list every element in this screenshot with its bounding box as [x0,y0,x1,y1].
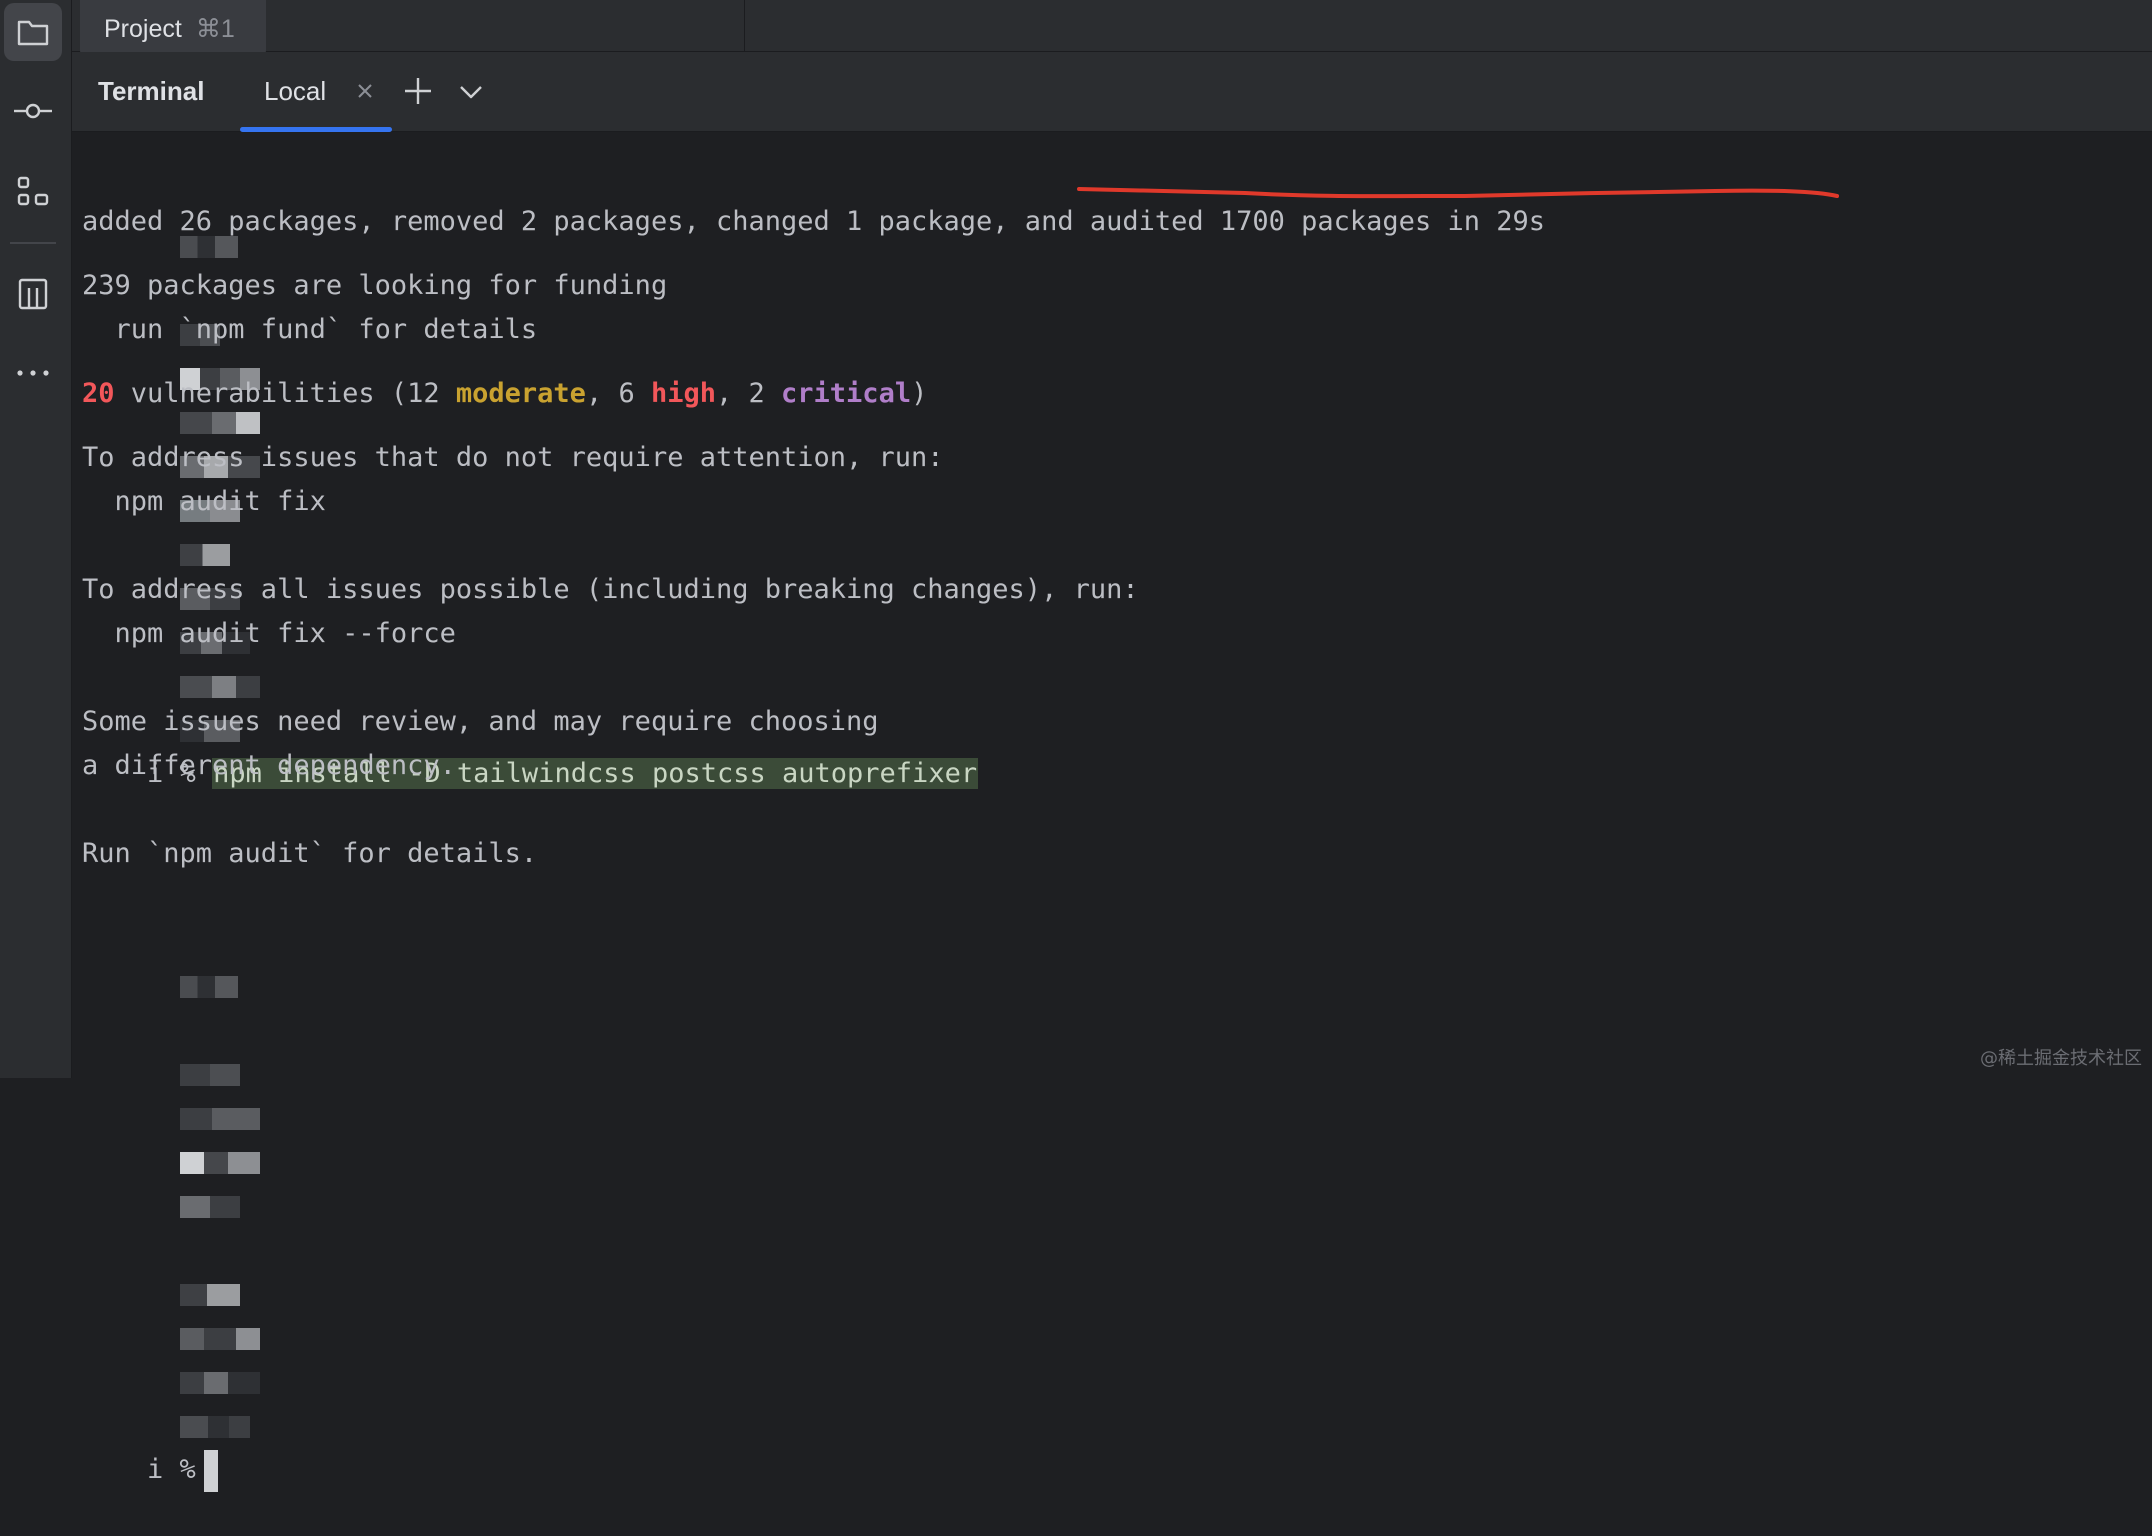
tool-window-sidebar [0,0,72,1078]
bookmarks-tool-button[interactable] [4,265,62,323]
output-review-1: Some issues need review, and may require… [82,706,879,737]
terminal-cursor [203,1449,218,1492]
topbar-divider [744,0,745,52]
vuln-moderate: moderate [455,378,586,409]
plus-icon[interactable] [402,75,434,107]
structure-icon [17,176,49,206]
output-fix-1: npm audit fix [82,486,326,517]
prompt-line-2: i % [82,876,260,1492]
more-icon [17,370,49,376]
project-tool-button[interactable] [4,3,62,61]
prompt-suffix-2: i % [147,1454,196,1485]
output-funding: 239 packages are looking for funding [82,270,668,301]
redacted-prompt-2 [82,970,260,1485]
top-bar [72,0,2152,52]
annotation-underline [1077,187,1839,199]
close-icon[interactable] [352,78,378,104]
vuln-high: high [650,378,716,409]
output-review-2: a different dependency. [82,750,456,781]
vuln-count: 20 [82,378,115,409]
output-fix-2: npm audit fix --force [82,618,456,649]
vuln-text-2: , 6 [585,378,651,409]
project-tooltip-label: Project [104,14,182,43]
terminal-title: Terminal [98,76,205,106]
vuln-critical: critical [781,378,912,409]
vuln-text-1: vulnerabilities (12 [114,378,456,409]
prompt-line-1: i % npm install -D tailwindcss postcss a… [82,136,979,789]
output-fund-cmd: run `npm fund` for details [82,314,538,345]
output-address-1: To address issues that do not require at… [82,442,944,473]
folder-icon [17,20,49,46]
output-vulnerabilities: 20 vulnerabilities (12 moderate, 6 high,… [82,372,927,416]
vuln-text-4: ) [911,378,928,409]
structure-tool-button[interactable] [4,163,62,221]
watermark: @稀土掘金技术社区 [1980,1048,2142,1069]
output-address-2: To address all issues possible (includin… [82,574,1139,605]
tab-local-label: Local [264,76,327,106]
commit-icon [14,103,52,119]
chevron-down-icon[interactable] [456,79,486,105]
bookmark-icon [18,278,48,310]
vuln-text-3: , 2 [716,378,782,409]
project-shortcut: ⌘1 [195,15,235,43]
commit-tool-button[interactable] [4,82,62,140]
project-tooltip: Project ⌘1 [80,0,266,58]
output-audit: Run `npm audit` for details. [82,838,538,869]
more-tools-button[interactable] [4,344,62,402]
terminal-output[interactable]: i % npm install -D tailwindcss postcss a… [82,132,2142,1492]
terminal-tab-bar: Terminal Local [72,52,2152,132]
sidebar-divider [10,242,56,244]
